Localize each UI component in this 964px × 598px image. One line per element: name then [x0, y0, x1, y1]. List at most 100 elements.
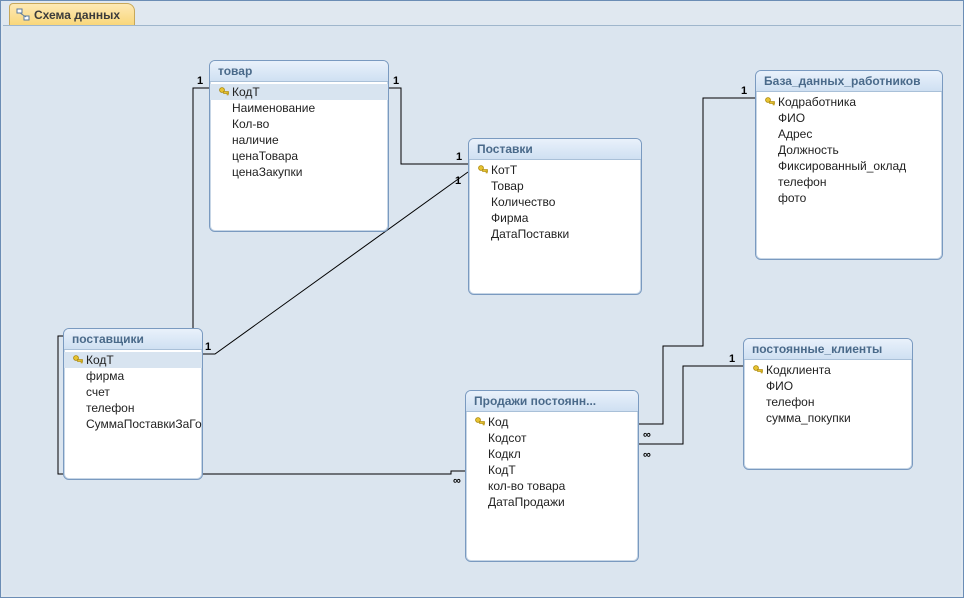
field-row[interactable]: сумма_покупки: [744, 410, 912, 426]
field-name: счет: [86, 385, 110, 399]
table-rabotniki[interactable]: База_данных_работников Кодработника ФИО Ад…: [755, 70, 943, 260]
field-name: СуммаПоставкиЗаГо: [86, 417, 202, 431]
field-row[interactable]: ФИО: [744, 378, 912, 394]
field-name: Количество: [491, 195, 555, 209]
field-row[interactable]: Кодклиента: [744, 362, 912, 378]
field-list: Код Кодсот Кодкл КодТкол-во товараДатаПрода…: [466, 412, 638, 516]
field-name: Товар: [491, 179, 524, 193]
table-prodazhi[interactable]: Продажи постоянн... КодКодсотКодклКодТко…: [465, 390, 639, 562]
field-row[interactable]: КотТ: [469, 162, 641, 178]
table-klienty[interactable]: постоянные_клиенты Кодклиента ФИО телефон с…: [743, 338, 913, 470]
field-row[interactable]: счет: [64, 384, 202, 400]
field-name: наличие: [232, 133, 279, 147]
cardinality-many: ∞: [643, 429, 651, 441]
field-row[interactable]: ценаЗакупки: [210, 164, 388, 180]
field-row[interactable]: кол-во товара: [466, 478, 638, 494]
field-row[interactable]: Кол-во: [210, 116, 388, 132]
field-row[interactable]: Должность: [756, 142, 942, 158]
relationships-window: Схема данных 1 1 1 1 1 ∞ 1 ∞ 1 ∞: [0, 0, 964, 598]
field-row[interactable]: Код: [466, 414, 638, 430]
field-name: КодТ: [86, 353, 114, 367]
field-name: КодТ: [488, 463, 516, 477]
field-name: сумма_покупки: [766, 411, 851, 425]
field-name: ценаТовара: [232, 149, 298, 163]
field-list: КотТ Товар Количество Фирма ДатаПоставки: [469, 160, 641, 248]
field-name: Фирма: [491, 211, 528, 225]
field-row[interactable]: КодТ: [210, 84, 388, 100]
field-row[interactable]: фирма: [64, 368, 202, 384]
field-row[interactable]: Кодработника: [756, 94, 942, 110]
field-name: ДатаПоставки: [491, 227, 569, 241]
field-row[interactable]: Наименование: [210, 100, 388, 116]
field-row[interactable]: Кодсот: [466, 430, 638, 446]
relationships-icon: [16, 8, 30, 22]
field-row[interactable]: Адрес: [756, 126, 942, 142]
table-tovar[interactable]: товар КодТ Наименование Кол-во наличие ценаТ…: [209, 60, 389, 232]
cardinality-one: 1: [197, 75, 203, 87]
field-row[interactable]: телефон: [744, 394, 912, 410]
cardinality-one: 1: [393, 75, 399, 87]
field-row[interactable]: СуммаПоставкиЗаГо: [64, 416, 202, 432]
field-name: ФИО: [778, 111, 805, 125]
cardinality-one: 1: [455, 175, 461, 187]
field-name: ФИО: [766, 379, 793, 393]
field-name: ДатаПродажи: [488, 495, 565, 509]
primary-key-icon: [762, 96, 778, 108]
field-row[interactable]: телефон: [756, 174, 942, 190]
field-row[interactable]: Кодкл: [466, 446, 638, 462]
field-name: фирма: [86, 369, 124, 383]
field-list: Кодклиента ФИО телефон сумма_покупки: [744, 360, 912, 432]
field-list: КодТ Наименование Кол-во наличие ценаТовара ц…: [210, 82, 388, 186]
field-name: ценаЗакупки: [232, 165, 302, 179]
field-name: Фиксированный_оклад: [778, 159, 906, 173]
field-name: Кодработника: [778, 95, 856, 109]
field-name: телефон: [86, 401, 135, 415]
primary-key-icon: [70, 354, 86, 366]
tab-strip: Схема данных: [1, 1, 963, 25]
field-name: Адрес: [778, 127, 812, 141]
field-row[interactable]: ФИО: [756, 110, 942, 126]
field-name: телефон: [766, 395, 815, 409]
table-title: База_данных_работников: [756, 71, 942, 92]
field-row[interactable]: фото: [756, 190, 942, 206]
tab-schema[interactable]: Схема данных: [9, 3, 135, 25]
field-name: Кодкл: [488, 447, 521, 461]
table-postavshchiki[interactable]: поставщики КодТ фирма счет телефон СуммаПост…: [63, 328, 203, 480]
field-name: КодТ: [232, 85, 260, 99]
field-row[interactable]: ценаТовара: [210, 148, 388, 164]
table-title: постоянные_клиенты: [744, 339, 912, 360]
primary-key-icon: [475, 164, 491, 176]
table-postavki[interactable]: Поставки КотТ Товар Количество Фирма ДатаПос…: [468, 138, 642, 295]
field-row[interactable]: телефон: [64, 400, 202, 416]
field-name: фото: [778, 191, 806, 205]
field-row[interactable]: наличие: [210, 132, 388, 148]
cardinality-many: ∞: [643, 449, 651, 461]
diagram-canvas[interactable]: 1 1 1 1 1 ∞ 1 ∞ 1 ∞ товар КодТНаименован…: [3, 25, 961, 595]
field-row[interactable]: Фиксированный_оклад: [756, 158, 942, 174]
field-name: Кодклиента: [766, 363, 831, 377]
field-name: Код: [488, 415, 508, 429]
tab-label: Схема данных: [34, 8, 120, 22]
field-row[interactable]: КодТ: [466, 462, 638, 478]
field-row[interactable]: КодТ: [64, 352, 202, 368]
cardinality-many: ∞: [453, 475, 461, 487]
field-name: Должность: [778, 143, 839, 157]
field-name: КотТ: [491, 163, 517, 177]
table-title: поставщики: [64, 329, 202, 350]
cardinality-one: 1: [729, 353, 735, 365]
field-name: Кол-во: [232, 117, 269, 131]
cardinality-one: 1: [456, 151, 462, 163]
field-list: КодТ фирма счет телефон СуммаПоставкиЗаГо: [64, 350, 202, 438]
cardinality-one: 1: [741, 85, 747, 97]
field-row[interactable]: ДатаПродажи: [466, 494, 638, 510]
field-row[interactable]: Товар: [469, 178, 641, 194]
field-row[interactable]: ДатаПоставки: [469, 226, 641, 242]
field-name: Кодсот: [488, 431, 526, 445]
field-row[interactable]: Количество: [469, 194, 641, 210]
field-row[interactable]: Фирма: [469, 210, 641, 226]
table-title: товар: [210, 61, 388, 82]
table-title: Поставки: [469, 139, 641, 160]
primary-key-icon: [472, 416, 488, 428]
field-name: Наименование: [232, 101, 315, 115]
primary-key-icon: [750, 364, 766, 376]
